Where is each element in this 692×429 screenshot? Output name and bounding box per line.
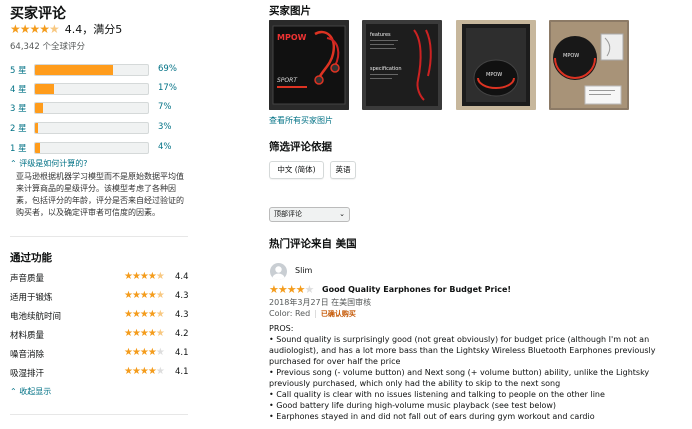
how-ratings-calculated-link[interactable]: ⌃ 评级是如何计算的? [10, 158, 88, 169]
review-stars-icon[interactable]: ★★★★★ [269, 283, 314, 296]
how-link-label: 评级是如何计算的? [19, 159, 88, 168]
histogram-bar-fill [35, 103, 43, 113]
average-stars-icon: ★★★★★ [10, 22, 60, 36]
histogram-bar-fill [35, 65, 113, 75]
feature-label: 材料质量 [10, 331, 45, 341]
box-features-text: features [370, 32, 391, 38]
language-chinese-button[interactable]: 中文 (简体) [269, 161, 324, 179]
histogram-percent[interactable]: 4% [158, 142, 172, 152]
histogram-row[interactable]: 1 星 4% [10, 141, 180, 155]
feature-value: 4.4 [175, 272, 189, 282]
sort-select[interactable]: 顶部评论 ⌄ [269, 207, 350, 222]
user-icon [272, 266, 285, 280]
review-paragraph: PROS: [269, 324, 294, 333]
histogram-percent[interactable]: 3% [158, 122, 172, 132]
review-body: PROS: • Sound quality is surprisingly goo… [269, 323, 685, 422]
histogram-bar[interactable] [34, 122, 149, 134]
feature-label: 噪音消除 [10, 350, 45, 360]
review-paragraph: • Sound quality is surprisingly good (no… [269, 335, 656, 366]
customer-photo[interactable]: MPOW SPORT [269, 20, 349, 110]
brand-text: MPOW [563, 53, 579, 59]
histogram-star-label[interactable]: 5 星 [10, 64, 27, 76]
histogram-bar-fill [35, 143, 40, 153]
histogram-star-label[interactable]: 2 星 [10, 122, 27, 134]
review-meta: Color: Red | 已确认购买 [269, 309, 356, 319]
feature-stars-icon: ★★★★★ [124, 309, 165, 320]
feature-stars-icon: ★★★★★ [124, 366, 165, 377]
review-paragraph: • Call quality is clear with no issues l… [269, 390, 605, 399]
verified-purchase-badge: 已确认购买 [320, 310, 356, 318]
average-rating-text: 4.4，满分5 [64, 23, 123, 36]
feature-value: 4.3 [175, 310, 189, 320]
global-ratings-count: 64,342 个全球评分 [10, 42, 85, 52]
review-title[interactable]: Good Quality Earphones for Budget Price! [322, 285, 511, 294]
histogram-bar[interactable] [34, 142, 149, 154]
feature-stars-icon: ★★★★★ [124, 271, 165, 282]
customer-photo[interactable]: features specification [362, 20, 442, 110]
feature-value: 4.1 [175, 367, 189, 377]
chevron-down-icon: ⌄ [339, 210, 345, 218]
see-all-customer-images-link[interactable]: 查看所有买家图片 [269, 115, 333, 126]
histogram-star-label[interactable]: 4 星 [10, 83, 27, 95]
review-paragraph: • Good battery life during high-volume m… [269, 401, 557, 410]
feature-label: 适用于锻炼 [10, 293, 53, 303]
histogram-percent[interactable]: 7% [158, 102, 172, 112]
histogram-percent[interactable]: 69% [158, 64, 177, 74]
feature-label: 声音质量 [10, 274, 45, 284]
divider [10, 414, 188, 415]
histogram-bar[interactable] [34, 64, 149, 76]
feature-label: 吸湿排汗 [10, 369, 45, 379]
feature-stars-icon: ★★★★★ [124, 347, 165, 358]
reviewer-name[interactable]: Slim [295, 266, 312, 275]
review-date: 2018年3月27日 在美国审核 [269, 298, 372, 307]
histogram-bar-fill [35, 123, 39, 133]
feature-row: 声音质量 ★★★★★ 4.4 [10, 271, 190, 285]
feature-row: 材料质量 ★★★★★ 4.2 [10, 328, 190, 342]
histogram-row[interactable]: 4 星 17% [10, 82, 180, 96]
brand-text: MPOW [486, 72, 502, 78]
histogram-percent[interactable]: 17% [158, 83, 177, 93]
feature-row: 噪音消除 ★★★★★ 4.1 [10, 347, 190, 361]
divider [10, 236, 188, 237]
histogram-bar-fill [35, 84, 55, 94]
feature-label: 电池续航时间 [10, 312, 62, 322]
feature-row: 电池续航时间 ★★★★★ 4.3 [10, 309, 190, 323]
reviews-title: 买家评论 [10, 6, 66, 22]
feature-row: 适用于锻炼 ★★★★★ 4.3 [10, 290, 190, 304]
histogram-row[interactable]: 2 星 3% [10, 121, 180, 135]
feature-value: 4.2 [175, 329, 189, 339]
brand-text: MPOW [277, 33, 307, 42]
rating-explanation: 亚马逊根据机器学习模型而不是原始数据平均值来计算商品的星级评分。该模型考虑了各种… [16, 172, 184, 217]
box-spec-text: specification [370, 66, 402, 72]
language-english-button[interactable]: 英语 [330, 161, 356, 179]
histogram-star-label[interactable]: 1 星 [10, 142, 27, 154]
features-title: 通过功能 [10, 252, 52, 264]
box-sport-text: SPORT [277, 77, 298, 84]
histogram-star-label[interactable]: 3 星 [10, 102, 27, 114]
review-paragraph: • Previous song (- volume button) and Ne… [269, 368, 650, 388]
feature-value: 4.1 [175, 348, 189, 358]
feature-stars-icon: ★★★★★ [124, 328, 165, 339]
review-paragraph: • Earphones stayed in and did not fall o… [269, 412, 595, 421]
feature-value: 4.3 [175, 291, 189, 301]
customer-photo[interactable]: MPOW [456, 20, 536, 110]
histogram-row[interactable]: 5 星 69% [10, 63, 180, 77]
average-rating: ★★★★★ 4.4，满分5 [10, 21, 122, 37]
avatar [270, 263, 287, 280]
feature-row: 吸湿排汗 ★★★★★ 4.1 [10, 366, 190, 380]
histogram-bar[interactable] [34, 83, 149, 95]
histogram-bar[interactable] [34, 102, 149, 114]
top-reviews-title: 热门评论来自 美国 [269, 238, 357, 250]
filter-reviews-title: 筛选评论依据 [269, 141, 332, 153]
histogram-row[interactable]: 3 星 7% [10, 101, 180, 115]
collapse-label: 收起显示 [19, 387, 52, 396]
review-color: Color: Red [269, 309, 311, 318]
customer-images-title: 买家图片 [269, 5, 311, 17]
meta-divider: | [314, 309, 317, 318]
feature-stars-icon: ★★★★★ [124, 290, 165, 301]
sort-select-value: 顶部评论 [274, 210, 302, 218]
collapse-features-link[interactable]: ⌃ 收起显示 [10, 386, 51, 397]
customer-photo[interactable]: MPOW [549, 20, 629, 110]
